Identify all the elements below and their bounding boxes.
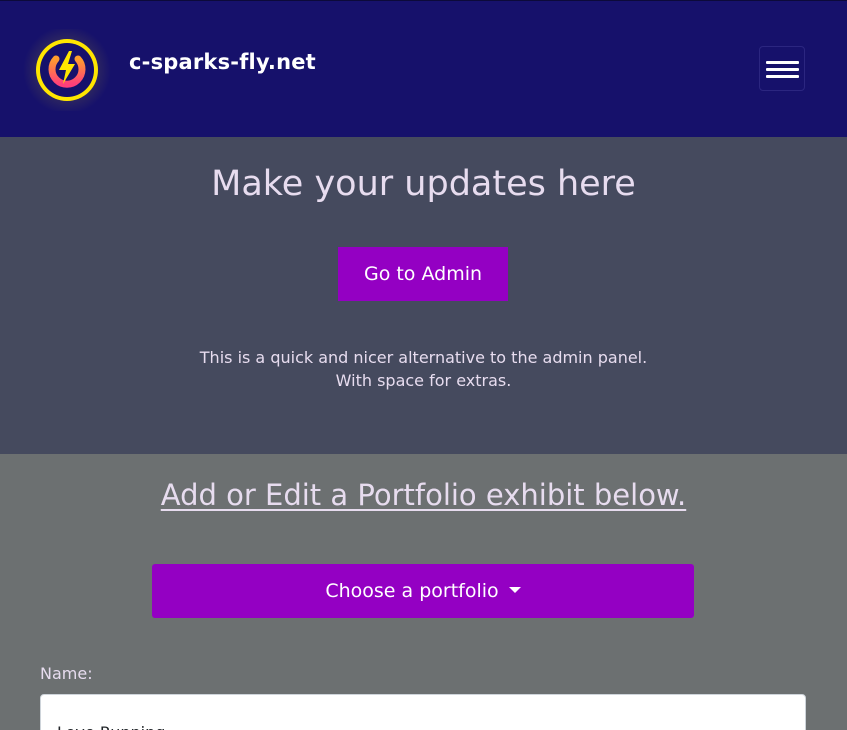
hero-description-line2: With space for extras. [335,371,512,390]
name-input[interactable] [40,694,806,730]
menu-bar-top [766,61,799,64]
hero-description-line1: This is a quick and nicer alternative to… [199,348,648,367]
portfolio-section-heading[interactable]: Add or Edit a Portfolio exhibit below. [0,478,847,512]
hero-title: Make your updates here [211,164,636,204]
brand-name[interactable]: c-sparks-fly.net [129,50,316,74]
hero-section: Make your updates here Go to Admin This … [0,137,847,454]
menu-bar-bottom [766,75,799,78]
dropdown-label: Choose a portfolio [325,580,499,602]
menu-bar-middle [766,68,799,71]
power-lightning-icon[interactable] [22,26,112,114]
hamburger-menu-icon[interactable] [759,46,805,91]
choose-portfolio-dropdown[interactable]: Choose a portfolio [152,564,694,618]
navbar: c-sparks-fly.net [0,0,847,137]
name-label: Name: [40,664,93,683]
page: c-sparks-fly.net Make your updates here … [0,0,847,730]
caret-down-icon [508,586,521,593]
go-to-admin-button[interactable]: Go to Admin [338,247,508,301]
